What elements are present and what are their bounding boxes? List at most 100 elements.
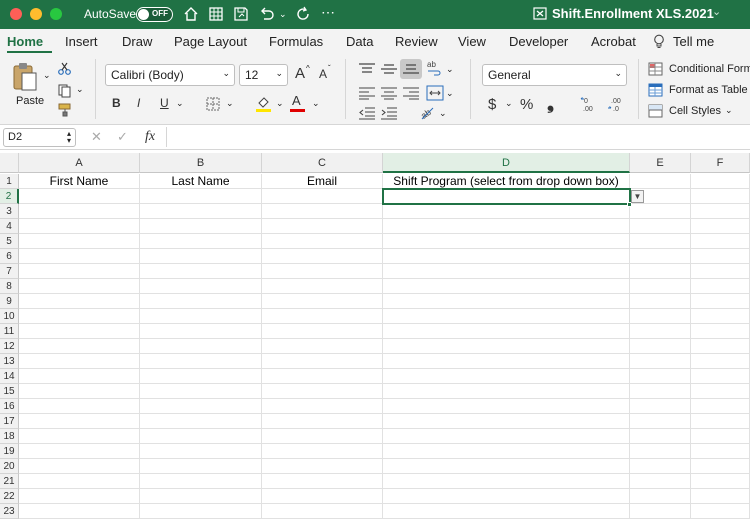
borders-dropdown-icon[interactable]: ⌄	[226, 98, 234, 109]
cell-f6[interactable]	[691, 249, 750, 264]
cell-a19[interactable]	[19, 444, 140, 459]
cell-f18[interactable]	[691, 429, 750, 444]
currency-button[interactable]: $	[488, 96, 496, 113]
cell-c8[interactable]	[262, 279, 383, 294]
row-header[interactable]: 14	[0, 369, 19, 384]
cell-f13[interactable]	[691, 354, 750, 369]
cell-e21[interactable]	[630, 474, 691, 489]
tab-review[interactable]: Review	[395, 34, 438, 49]
tab-data[interactable]: Data	[346, 34, 373, 49]
cell-f7[interactable]	[691, 264, 750, 279]
cell-d14[interactable]	[383, 369, 630, 384]
cell-e4[interactable]	[630, 219, 691, 234]
row-header[interactable]: 19	[0, 444, 19, 459]
comma-style-button[interactable]: ❟	[547, 93, 554, 114]
cell-a12[interactable]	[19, 339, 140, 354]
undo-dropdown-icon[interactable]: ⌄	[279, 9, 287, 20]
cell-e19[interactable]	[630, 444, 691, 459]
cell-f19[interactable]	[691, 444, 750, 459]
cell-c16[interactable]	[262, 399, 383, 414]
cell-d4[interactable]	[383, 219, 630, 234]
name-box[interactable]: D2 ▴ ▾	[3, 128, 76, 147]
cell-d6[interactable]	[383, 249, 630, 264]
cell-b10[interactable]	[140, 309, 262, 324]
cell-a15[interactable]	[19, 384, 140, 399]
row-header[interactable]: 5	[0, 234, 19, 249]
align-bottom-button[interactable]	[400, 59, 422, 79]
cell-b11[interactable]	[140, 324, 262, 339]
cell-e17[interactable]	[630, 414, 691, 429]
cell-d23[interactable]	[383, 504, 630, 519]
cell-f20[interactable]	[691, 459, 750, 474]
cell-f8[interactable]	[691, 279, 750, 294]
format-as-table-label[interactable]: Format as Table	[669, 84, 748, 96]
tab-view[interactable]: View	[458, 34, 486, 49]
cell-b20[interactable]	[140, 459, 262, 474]
cell-a13[interactable]	[19, 354, 140, 369]
increase-decimal-icon[interactable]: 0.00	[580, 95, 600, 113]
align-center-icon[interactable]	[380, 86, 398, 100]
cell-b16[interactable]	[140, 399, 262, 414]
align-right-icon[interactable]	[402, 86, 420, 100]
cell-b23[interactable]	[140, 504, 262, 519]
align-left-icon[interactable]	[358, 86, 376, 100]
number-format-dropdown[interactable]: General ⌄	[482, 64, 627, 86]
cell-e12[interactable]	[630, 339, 691, 354]
cell-c10[interactable]	[262, 309, 383, 324]
font-size-dropdown[interactable]: 12 ⌄	[239, 64, 288, 86]
orientation-icon[interactable]: ab	[418, 103, 436, 121]
row-header[interactable]: 12	[0, 339, 19, 354]
row-header[interactable]: 9	[0, 294, 19, 309]
decrease-decimal-icon[interactable]: .00.0	[607, 95, 627, 113]
cell-styles-label[interactable]: Cell Styles	[669, 105, 721, 117]
cell-f17[interactable]	[691, 414, 750, 429]
cell-e20[interactable]	[630, 459, 691, 474]
cell-b17[interactable]	[140, 414, 262, 429]
undo-icon[interactable]	[258, 5, 276, 23]
cell-b12[interactable]	[140, 339, 262, 354]
home-icon[interactable]	[182, 5, 200, 23]
increase-indent-icon[interactable]	[380, 106, 398, 120]
cell-f22[interactable]	[691, 489, 750, 504]
cell-f3[interactable]	[691, 204, 750, 219]
cell-d9[interactable]	[383, 294, 630, 309]
align-top-icon[interactable]	[358, 62, 376, 76]
cell-c5[interactable]	[262, 234, 383, 249]
tab-developer[interactable]: Developer	[509, 34, 568, 49]
cell-e5[interactable]	[630, 234, 691, 249]
cell-a18[interactable]	[19, 429, 140, 444]
cell-e6[interactable]	[630, 249, 691, 264]
cell-c12[interactable]	[262, 339, 383, 354]
cell-a17[interactable]	[19, 414, 140, 429]
cell-c9[interactable]	[262, 294, 383, 309]
cell-b18[interactable]	[140, 429, 262, 444]
row-header[interactable]: 8	[0, 279, 19, 294]
cell-a4[interactable]	[19, 219, 140, 234]
paste-dropdown-icon[interactable]: ⌄	[43, 70, 51, 81]
cell-c13[interactable]	[262, 354, 383, 369]
cell-d20[interactable]	[383, 459, 630, 474]
cell-e14[interactable]	[630, 369, 691, 384]
cell-a9[interactable]	[19, 294, 140, 309]
row-header[interactable]: 3	[0, 204, 19, 219]
column-header-e[interactable]: E	[630, 153, 691, 173]
cell-b5[interactable]	[140, 234, 262, 249]
fill-color-icon[interactable]	[255, 95, 272, 113]
wrap-dropdown-icon[interactable]: ⌄	[446, 64, 454, 75]
row-header[interactable]: 16	[0, 399, 19, 414]
cut-icon[interactable]	[57, 61, 72, 76]
row-header[interactable]: 18	[0, 429, 19, 444]
row-header[interactable]: 11	[0, 324, 19, 339]
cell-b3[interactable]	[140, 204, 262, 219]
tab-page-layout[interactable]: Page Layout	[174, 34, 247, 49]
paste-icon[interactable]	[12, 62, 38, 92]
tab-draw[interactable]: Draw	[122, 34, 152, 49]
cell-f11[interactable]	[691, 324, 750, 339]
cell-d8[interactable]	[383, 279, 630, 294]
row-header[interactable]: 15	[0, 384, 19, 399]
cell-e9[interactable]	[630, 294, 691, 309]
cell-c19[interactable]	[262, 444, 383, 459]
cell-f15[interactable]	[691, 384, 750, 399]
cell-d1[interactable]: Shift Program (select from drop down box…	[383, 174, 630, 189]
row-header[interactable]: 13	[0, 354, 19, 369]
